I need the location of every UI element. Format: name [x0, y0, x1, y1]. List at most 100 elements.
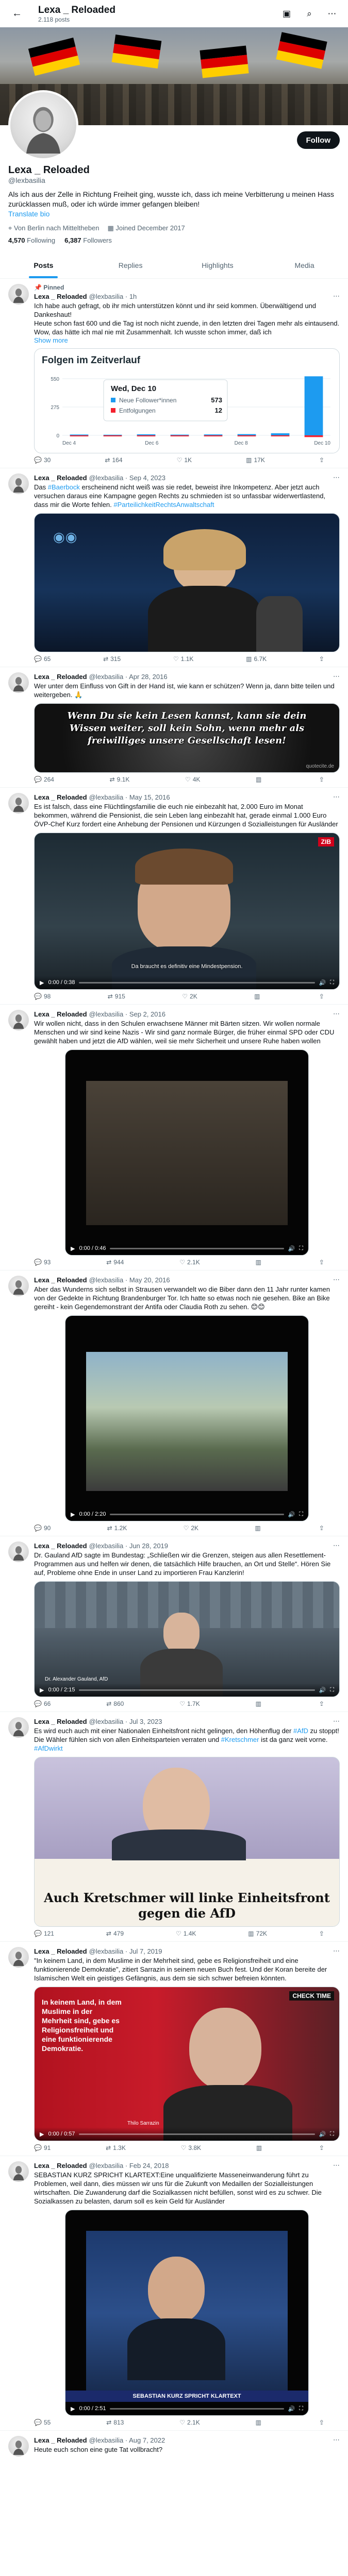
- repost-button[interactable]: ⇄ 1.2K: [107, 1524, 127, 1532]
- video-progress[interactable]: [110, 2408, 284, 2410]
- tweet-handle[interactable]: @lexbasilia · Feb 24, 2018: [89, 2162, 169, 2170]
- reply-button[interactable]: 💬 121: [34, 1930, 54, 1937]
- tweet-author[interactable]: Lexa _ Reloaded: [34, 1010, 87, 1018]
- tweet-image[interactable]: Wenn Du sie kein Lesen kannst, kann sie …: [34, 703, 340, 773]
- tweet[interactable]: 📌 Pinned Lexa _ Reloaded @lexbasilia · 1…: [0, 279, 348, 468]
- tweet[interactable]: Lexa _ Reloaded @lexbasilia · Jul 7, 201…: [0, 1942, 348, 2156]
- video-controls[interactable]: ▶ 0:00 / 2:51 🔊 ⛶: [65, 2402, 308, 2415]
- tweet-avatar[interactable]: [8, 1717, 29, 1738]
- tweet-video[interactable]: ZIB Da braucht es definitiv eine Mindest…: [34, 833, 340, 990]
- video-progress[interactable]: [79, 2133, 315, 2135]
- tweet-video[interactable]: In keinem Land, in dem Muslime in der Me…: [34, 1987, 340, 2141]
- tweet-video[interactable]: ▶ 0:00 / 0:46 🔊 ⛶: [65, 1049, 309, 1256]
- tweet-handle[interactable]: @lexbasilia · Jul 3, 2023: [89, 1718, 162, 1725]
- tweet-author[interactable]: Lexa _ Reloaded: [34, 293, 87, 300]
- video-progress[interactable]: [110, 1513, 284, 1515]
- tweet-avatar[interactable]: [8, 473, 29, 494]
- play-icon[interactable]: ▶: [71, 2405, 75, 2412]
- hashtag-link[interactable]: #Kretschmer: [221, 1736, 259, 1743]
- tweet-more-icon[interactable]: ⋯: [333, 672, 340, 681]
- share-button[interactable]: ⇪: [319, 2419, 324, 2426]
- play-icon[interactable]: ▶: [40, 2131, 44, 2138]
- tweet-more-icon[interactable]: ⋯: [333, 2161, 340, 2170]
- tweet[interactable]: Lexa _ Reloaded @lexbasilia · Sep 4, 202…: [0, 468, 348, 667]
- share-button[interactable]: ⇪: [319, 655, 324, 663]
- fullscreen-icon[interactable]: ⛶: [330, 1687, 334, 1693]
- tweet-more-icon[interactable]: ⋯: [333, 1541, 340, 1550]
- followers-link[interactable]: 6,387 Followers: [64, 236, 112, 244]
- play-icon[interactable]: ▶: [40, 979, 44, 986]
- tweet-more-icon[interactable]: ⋯: [333, 1947, 340, 1955]
- like-button[interactable]: ♡ 1.1K: [173, 655, 193, 663]
- show-more-link[interactable]: Show more: [34, 336, 340, 344]
- tweet-avatar[interactable]: [8, 1010, 29, 1030]
- volume-icon[interactable]: 🔊: [319, 1687, 326, 1693]
- tab-posts[interactable]: Posts: [0, 252, 87, 278]
- following-link[interactable]: 4,570 Following: [8, 236, 55, 244]
- tweet-avatar[interactable]: [8, 672, 29, 693]
- tweet-author[interactable]: Lexa _ Reloaded: [34, 474, 87, 482]
- tweet-handle[interactable]: @lexbasilia · 1h: [89, 293, 137, 300]
- tweet-author[interactable]: Lexa _ Reloaded: [34, 2162, 87, 2170]
- tweet-more-icon[interactable]: ⋯: [333, 292, 340, 300]
- repost-button[interactable]: ⇄ 915: [108, 993, 125, 1000]
- tweet[interactable]: Lexa _ Reloaded @lexbasilia · Feb 24, 20…: [0, 2156, 348, 2431]
- tweet-avatar[interactable]: [8, 284, 29, 304]
- tweet-avatar[interactable]: [8, 1541, 29, 1562]
- share-button[interactable]: ⇪: [319, 1700, 324, 1707]
- repost-button[interactable]: ⇄ 164: [105, 456, 122, 464]
- fullscreen-icon[interactable]: ⛶: [299, 1511, 303, 1518]
- tweet[interactable]: Lexa _ Reloaded @lexbasilia · May 15, 20…: [0, 788, 348, 1005]
- tweet-more-icon[interactable]: ⋯: [333, 793, 340, 801]
- tweet-author[interactable]: Lexa _ Reloaded: [34, 2436, 87, 2444]
- hashtag-link[interactable]: #AfDwirkt: [34, 1744, 63, 1752]
- tweet-avatar[interactable]: [8, 1947, 29, 1968]
- tweet-handle[interactable]: @lexbasilia · May 15, 2016: [89, 793, 170, 801]
- views-button[interactable]: ▥: [256, 2419, 263, 2426]
- tweet-author[interactable]: Lexa _ Reloaded: [34, 793, 87, 801]
- volume-icon[interactable]: 🔊: [288, 1245, 295, 1252]
- tab-replies[interactable]: Replies: [87, 252, 174, 278]
- fullscreen-icon[interactable]: ⛶: [299, 2405, 303, 2412]
- like-button[interactable]: ♡ 2.1K: [179, 2419, 200, 2426]
- reply-button[interactable]: 💬 264: [34, 776, 54, 783]
- like-button[interactable]: ♡ 3.8K: [181, 2144, 201, 2151]
- reply-button[interactable]: 💬 66: [34, 1700, 51, 1707]
- play-icon[interactable]: ▶: [71, 1511, 75, 1518]
- video-controls[interactable]: ▶ 0:00 / 0:38 🔊 ⛶: [35, 976, 339, 989]
- like-button[interactable]: ♡ 2K: [184, 1524, 198, 1532]
- share-button[interactable]: ⇪: [319, 1259, 324, 1266]
- tweet-avatar[interactable]: [8, 2436, 29, 2456]
- tweet-video[interactable]: ▶ 0:00 / 2:20 🔊 ⛶: [65, 1315, 309, 1521]
- share-button[interactable]: ⇪: [319, 1930, 324, 1937]
- reply-button[interactable]: 💬 30: [34, 456, 51, 464]
- tweet-more-icon[interactable]: ⋯: [333, 1010, 340, 1018]
- like-button[interactable]: ♡ 2K: [182, 993, 197, 1000]
- like-button[interactable]: ♡ 1K: [177, 456, 192, 464]
- more-icon[interactable]: ⋯: [324, 6, 340, 22]
- reply-button[interactable]: 💬 91: [34, 2144, 51, 2151]
- tweet-handle[interactable]: @lexbasilia · May 20, 2016: [89, 1276, 170, 1284]
- video-controls[interactable]: ▶ 0:00 / 0:46 🔊 ⛶: [65, 1242, 308, 1255]
- hashtag-link[interactable]: #ParteilichkeitRechtsAnwaltschaft: [113, 501, 214, 509]
- tab-highlights[interactable]: Highlights: [174, 252, 261, 278]
- hashtag-link[interactable]: #AfD: [293, 1727, 308, 1735]
- repost-button[interactable]: ⇄ 813: [106, 2419, 124, 2426]
- tweet-more-icon[interactable]: ⋯: [333, 2436, 340, 2444]
- repost-button[interactable]: ⇄ 1.3K: [106, 2144, 126, 2151]
- tweet-more-icon[interactable]: ⋯: [333, 1276, 340, 1284]
- reply-button[interactable]: 💬 98: [34, 993, 51, 1000]
- hashtag-link[interactable]: #Baerbock: [48, 483, 80, 491]
- reply-button[interactable]: 💬 93: [34, 1259, 51, 1266]
- reply-button[interactable]: 💬 55: [34, 2419, 51, 2426]
- tweet-avatar[interactable]: [8, 2161, 29, 2182]
- tweet-author[interactable]: Lexa _ Reloaded: [34, 1276, 87, 1284]
- translate-bio-link[interactable]: Translate bio: [8, 210, 49, 218]
- video-progress[interactable]: [110, 1247, 284, 1249]
- fullscreen-icon[interactable]: ⛶: [330, 2131, 334, 2138]
- video-controls[interactable]: ▶ 0:00 / 2:20 🔊 ⛶: [65, 1507, 308, 1521]
- tweet[interactable]: Lexa _ Reloaded @lexbasilia · Jun 28, 20…: [0, 1536, 348, 1712]
- tab-media[interactable]: Media: [261, 252, 348, 278]
- repost-button[interactable]: ⇄ 479: [106, 1930, 124, 1937]
- play-icon[interactable]: ▶: [71, 1245, 75, 1252]
